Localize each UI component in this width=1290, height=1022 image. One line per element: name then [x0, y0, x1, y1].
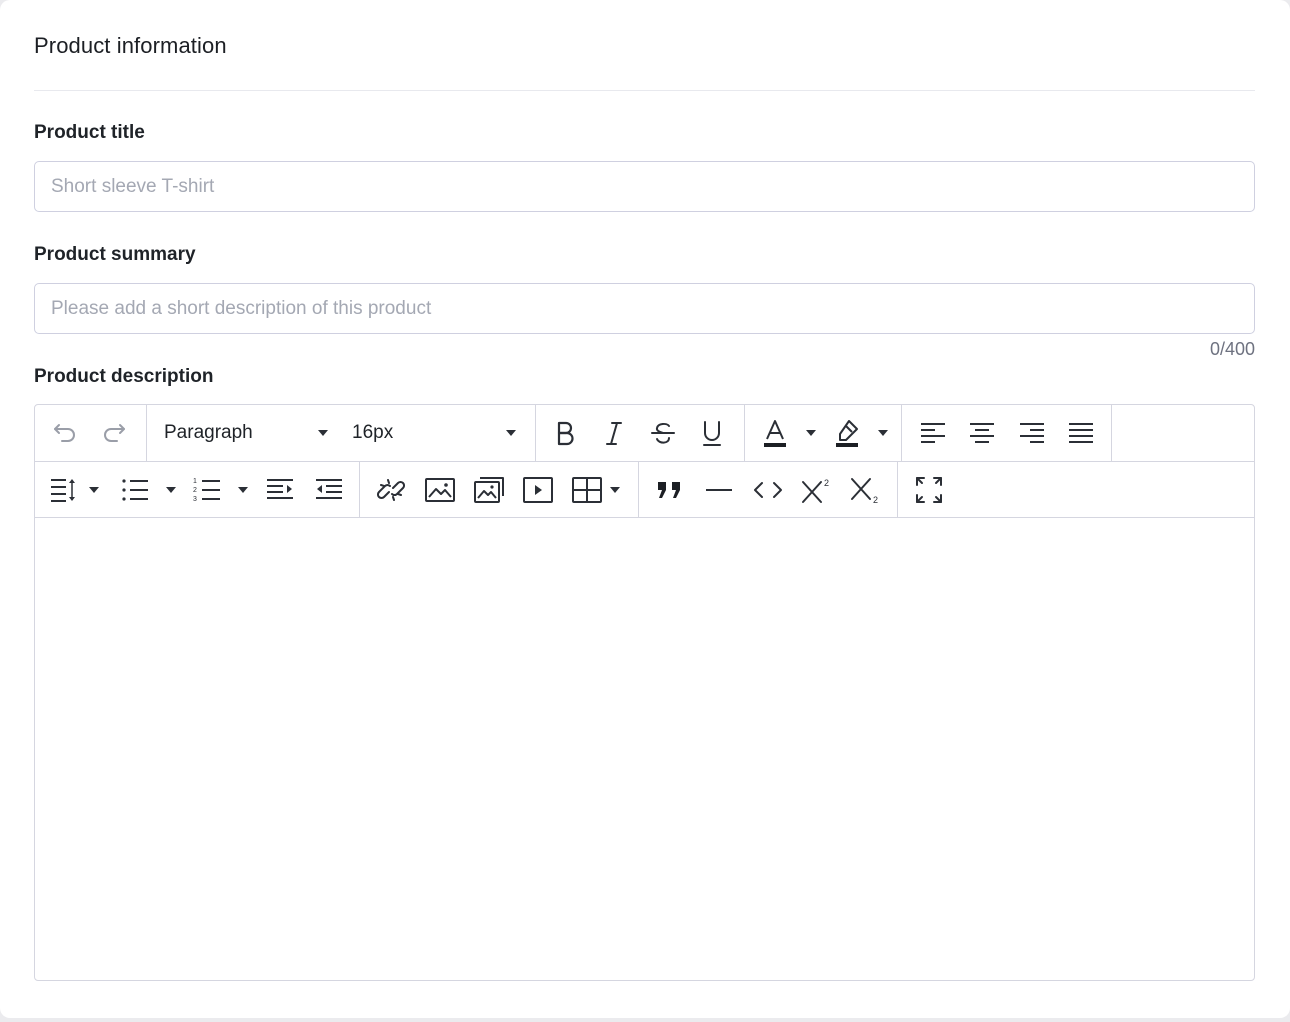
editor-toolbar-row-1: Paragraph 16px [35, 405, 1254, 462]
indent-icon[interactable] [262, 472, 298, 508]
numbered-list-icon[interactable]: 1 2 3 [189, 472, 225, 508]
outdent-icon[interactable] [311, 472, 347, 508]
editor-content-area[interactable] [35, 518, 1254, 980]
svg-text:1: 1 [193, 478, 197, 485]
align-right-icon[interactable] [1014, 415, 1050, 451]
align-group [902, 405, 1112, 461]
horizontal-rule-icon[interactable] [701, 472, 737, 508]
italic-icon[interactable] [596, 415, 632, 451]
subscript-icon[interactable]: 2 [848, 472, 884, 508]
line-height-caret-icon[interactable] [89, 486, 99, 493]
code-icon[interactable] [750, 472, 786, 508]
highlight-caret-icon[interactable] [878, 430, 888, 436]
bullet-list-icon[interactable] [117, 472, 153, 508]
redo-icon[interactable] [96, 415, 132, 451]
image-gallery-icon[interactable] [471, 472, 507, 508]
product-title-label: Product title [34, 122, 145, 143]
insert-group [360, 462, 639, 517]
table-icon[interactable] [569, 472, 605, 508]
editor-toolbar-row-2: 1 2 3 2 2 [35, 462, 1254, 518]
strikethrough-icon[interactable] [645, 415, 681, 451]
link-icon[interactable] [373, 472, 409, 508]
superscript-icon[interactable]: 2 [799, 472, 835, 508]
product-summary-input[interactable] [34, 283, 1255, 334]
product-description-label: Product description [34, 366, 214, 387]
table-caret-icon[interactable] [610, 486, 620, 493]
undo-icon[interactable] [47, 415, 83, 451]
align-left-icon[interactable] [915, 415, 951, 451]
block-format-value: Paragraph [164, 422, 253, 443]
section-divider [34, 90, 1255, 91]
section-title: Product information [34, 33, 227, 58]
svg-text:3: 3 [193, 496, 197, 503]
underline-icon[interactable] [694, 415, 730, 451]
numbered-list-caret-icon[interactable] [238, 486, 248, 493]
bullet-list-caret-icon[interactable] [166, 486, 176, 493]
blockquote-icon[interactable] [652, 472, 688, 508]
product-information-card: Product information Product title Produc… [0, 0, 1290, 1018]
video-icon[interactable] [520, 472, 556, 508]
text-style-group [536, 405, 745, 461]
align-center-icon[interactable] [964, 415, 1000, 451]
rich-text-editor: Paragraph 16px 1 2 3 2 2 [34, 404, 1255, 981]
highlight-icon[interactable] [830, 415, 866, 451]
misc-group: 2 2 [639, 462, 898, 517]
format-select-group: Paragraph 16px [147, 405, 536, 461]
bold-icon[interactable] [547, 415, 583, 451]
svg-text:2: 2 [824, 478, 829, 488]
color-group [745, 405, 902, 461]
summary-char-counter: 0/400 [1209, 339, 1255, 359]
product-summary-label: Product summary [34, 244, 196, 265]
align-justify-icon[interactable] [1063, 415, 1099, 451]
history-group [35, 405, 147, 461]
image-icon[interactable] [422, 472, 458, 508]
font-size-value: 16px [352, 422, 394, 443]
font-size-caret-icon[interactable] [506, 430, 516, 436]
block-format-select[interactable]: Paragraph [164, 405, 338, 461]
fullscreen-icon[interactable] [911, 472, 947, 508]
list-group: 1 2 3 [35, 462, 360, 517]
line-height-icon[interactable] [46, 472, 82, 508]
font-color-caret-icon[interactable] [806, 430, 816, 436]
block-format-caret-icon[interactable] [318, 430, 328, 436]
view-group [898, 462, 958, 517]
font-size-select[interactable]: 16px [352, 405, 522, 461]
svg-text:2: 2 [193, 487, 197, 494]
product-title-input[interactable] [34, 161, 1255, 212]
font-color-icon[interactable] [757, 415, 793, 451]
svg-text:2: 2 [873, 495, 878, 504]
